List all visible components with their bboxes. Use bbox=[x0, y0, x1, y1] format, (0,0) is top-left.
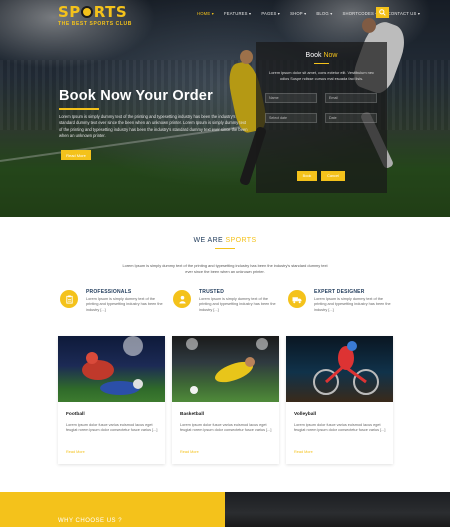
select-date-field[interactable]: Select date bbox=[265, 113, 317, 123]
book-button[interactable]: Book bbox=[297, 171, 317, 181]
name-field[interactable]: Name bbox=[265, 93, 317, 103]
nav-item-pages[interactable]: PAGES ▾ bbox=[261, 11, 280, 16]
card-text: Lorem ipsum dolor fusce varius euismod l… bbox=[180, 423, 272, 433]
site-logo[interactable]: SP RTS THE BEST SPORTS CLUB bbox=[58, 4, 132, 27]
why-choose-us-title: WHY CHOOSE US ? bbox=[58, 518, 123, 524]
date-field[interactable]: Date bbox=[325, 113, 377, 123]
card-title: Volleyball bbox=[294, 412, 317, 417]
nav-item-shortcodes[interactable]: SHORTCODES ▾ bbox=[343, 11, 378, 16]
hero-underline bbox=[59, 108, 99, 110]
read-more-link[interactable]: Read More bbox=[294, 450, 313, 454]
card-basketball[interactable]: Basketball Lorem ipsum dolor fusce variu… bbox=[172, 336, 279, 464]
booking-description: Lorem ipsum dolor sit amet, cons ectetur… bbox=[269, 70, 374, 81]
nav-item-features[interactable]: FEATURES ▾ bbox=[224, 11, 251, 16]
main-nav: HOME ▾ FEATURES ▾ PAGES ▾ SHOP ▾ BLOG ▾ … bbox=[197, 11, 430, 16]
football-image bbox=[58, 336, 165, 402]
search-icon bbox=[379, 9, 386, 16]
nav-item-blog[interactable]: BLOG ▾ bbox=[316, 11, 332, 16]
search-button[interactable] bbox=[376, 7, 389, 18]
clipboard-icon bbox=[60, 290, 78, 308]
card-title: Basketball bbox=[180, 412, 204, 417]
section-title: WE ARE SPORTS bbox=[193, 237, 257, 244]
booking-underline bbox=[314, 63, 329, 64]
feature-text: Lorem Ipsum is simply dummy text of the … bbox=[314, 297, 391, 312]
feature-text: Lorem Ipsum is simply dummy text of the … bbox=[199, 297, 276, 312]
card-text: Lorem ipsum dolor fusce varius euismod l… bbox=[294, 423, 386, 433]
truck-icon bbox=[288, 290, 306, 308]
card-volleyball[interactable]: Volleyball Lorem ipsum dolor fusce variu… bbox=[286, 336, 393, 464]
email-field[interactable]: Email bbox=[325, 93, 377, 103]
hero-heading: Book Now Your Order bbox=[59, 88, 213, 104]
card-football[interactable]: Football Lorem ipsum dolor fusce varius … bbox=[58, 336, 165, 464]
hero-text: Lorem Ipsum is simply dummy text of the … bbox=[59, 114, 248, 138]
cancel-button[interactable]: Cancel bbox=[321, 171, 345, 181]
read-more-link[interactable]: Read More bbox=[180, 450, 199, 454]
basketball-image bbox=[172, 336, 279, 402]
volleyball-image bbox=[286, 336, 393, 402]
card-text: Lorem ipsum dolor fusce varius euismod l… bbox=[66, 423, 158, 433]
person-icon bbox=[173, 290, 191, 308]
nav-item-shop[interactable]: SHOP ▾ bbox=[290, 11, 306, 16]
logo-title: SP RTS bbox=[58, 3, 128, 21]
section-text: Lorem Ipsum is simply dummy text of the … bbox=[122, 263, 328, 274]
feature-title: TRUSTED bbox=[199, 289, 225, 295]
feature-text: Lorem Ipsum is simply dummy text of the … bbox=[86, 297, 163, 312]
feature-title: PROFESSIONALS bbox=[86, 289, 132, 295]
stadium-photo-panel bbox=[225, 492, 450, 527]
hero-read-more-button[interactable]: Read More bbox=[61, 150, 91, 160]
nav-item-contact[interactable]: CONTACT US ▾ bbox=[388, 11, 421, 16]
read-more-link[interactable]: Read More bbox=[66, 450, 85, 454]
nav-item-home[interactable]: HOME ▾ bbox=[197, 11, 214, 16]
feature-title: EXPERT DESIGNER bbox=[314, 289, 365, 295]
section-underline bbox=[215, 248, 235, 249]
card-title: Football bbox=[66, 412, 85, 417]
soccer-ball-icon bbox=[81, 6, 94, 18]
logo-tagline: THE BEST SPORTS CLUB bbox=[58, 21, 132, 27]
booking-title: Book Now bbox=[305, 52, 338, 59]
